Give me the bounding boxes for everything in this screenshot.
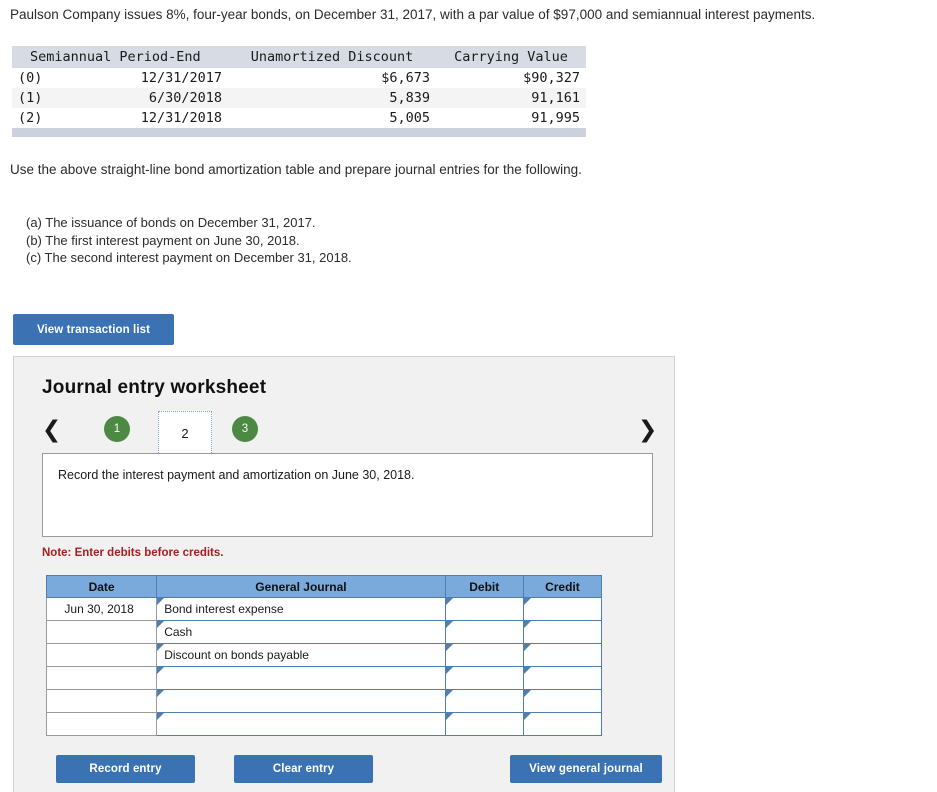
journal-account-cell[interactable] (156, 666, 446, 690)
journal-col-debit: Debit (444, 575, 524, 598)
dropdown-flag-icon (523, 644, 531, 651)
amortization-table-footer-bar (12, 128, 586, 137)
journal-entry-table: Date General Journal Debit Credit Jun 30… (45, 575, 603, 736)
dropdown-flag-icon (523, 621, 531, 628)
journal-col-general: General Journal (156, 575, 446, 598)
journal-credit-cell[interactable] (522, 666, 603, 690)
table-row (45, 666, 603, 690)
dropdown-flag-icon (523, 598, 531, 605)
dropdown-flag-icon (523, 667, 531, 674)
dropdown-flag-icon (523, 713, 531, 720)
table-row: (2) 12/31/2018 5,005 91,995 (12, 108, 586, 128)
table-row: (1) 6/30/2018 5,839 91,161 (12, 88, 586, 108)
journal-credit-cell[interactable] (522, 643, 603, 667)
journal-col-credit: Credit (522, 575, 603, 598)
worksheet-title: Journal entry worksheet (42, 377, 267, 398)
journal-date-cell[interactable] (45, 620, 158, 644)
journal-date-cell[interactable] (45, 689, 158, 713)
journal-debit-cell[interactable] (444, 712, 524, 736)
worksheet-tab-3[interactable]: 3 (232, 416, 258, 442)
amort-row-date: 12/31/2017 (140, 70, 222, 86)
journal-debit-cell[interactable] (444, 666, 524, 690)
worksheet-prompt-text: Record the interest payment and amortiza… (58, 468, 415, 482)
journal-credit-cell[interactable] (522, 712, 603, 736)
journal-credit-cell[interactable] (522, 689, 603, 713)
amort-row-date: 6/30/2018 (66, 88, 228, 108)
clear-entry-button[interactable]: Clear entry (234, 755, 373, 783)
instruction-text: Use the above straight-line bond amortiz… (10, 162, 582, 177)
amort-row-label: (2) (18, 110, 43, 126)
dropdown-flag-icon (445, 598, 453, 605)
view-transaction-list-button[interactable]: View transaction list (13, 314, 174, 345)
dropdown-flag-icon (523, 690, 531, 697)
table-row: Jun 30, 2018 Bond interest expense (45, 597, 603, 621)
dropdown-flag-icon (445, 621, 453, 628)
problem-statement: Paulson Company issues 8%, four-year bon… (10, 7, 816, 22)
dropdown-flag-icon (157, 667, 165, 674)
requirement-list: (a) The issuance of bonds on December 31… (26, 214, 352, 267)
journal-debit-cell[interactable] (444, 689, 524, 713)
journal-account-text: Bond interest expense (164, 602, 284, 616)
record-entry-button[interactable]: Record entry (56, 755, 195, 783)
dropdown-flag-icon (157, 713, 165, 720)
journal-date-cell[interactable] (45, 643, 158, 667)
dropdown-flag-icon (445, 690, 453, 697)
dropdown-flag-icon (445, 667, 453, 674)
journal-account-cell[interactable]: Cash (156, 620, 446, 644)
dropdown-flag-icon (445, 644, 453, 651)
amort-col-discount: Unamortized Discount (228, 46, 437, 68)
amort-row-carrying: 91,995 (531, 110, 580, 126)
amort-row-discount: 5,839 (228, 88, 437, 108)
amort-row-carrying: $90,327 (523, 70, 580, 86)
chevron-left-icon[interactable]: ❮ (42, 417, 61, 443)
amort-row-carrying: 91,161 (436, 88, 586, 108)
journal-account-cell[interactable]: Bond interest expense (156, 597, 446, 621)
amortization-table: Semiannual Period-End Unamortized Discou… (12, 46, 586, 128)
chevron-right-icon[interactable]: ❯ (638, 417, 657, 443)
table-row: Cash (45, 620, 603, 644)
journal-header-row: Date General Journal Debit Credit (45, 575, 603, 598)
journal-date-cell[interactable] (45, 666, 158, 690)
journal-account-text: Discount on bonds payable (164, 648, 309, 662)
journal-account-cell[interactable] (156, 712, 446, 736)
amort-col-period: Semiannual Period-End (12, 46, 228, 68)
dropdown-flag-icon (157, 690, 165, 697)
dropdown-flag-icon (157, 598, 165, 605)
journal-date-cell[interactable]: Jun 30, 2018 (45, 597, 158, 621)
amort-row-discount: 5,005 (389, 110, 431, 126)
list-item: (c) The second interest payment on Decem… (26, 250, 352, 265)
dropdown-flag-icon (157, 621, 165, 628)
journal-account-text: Cash (164, 625, 193, 639)
journal-debit-cell[interactable] (444, 620, 524, 644)
journal-col-date: Date (45, 575, 158, 598)
view-general-journal-button[interactable]: View general journal (510, 755, 662, 783)
journal-debit-cell[interactable] (444, 597, 524, 621)
debits-before-credits-note: Note: Enter debits before credits. (42, 547, 224, 559)
journal-account-cell[interactable] (156, 689, 446, 713)
table-row (45, 689, 603, 713)
list-item: (b) The first interest payment on June 3… (26, 232, 300, 248)
amort-row-discount: $6,673 (381, 70, 431, 86)
amort-row-label: (0) (18, 70, 43, 86)
amortization-header-row: Semiannual Period-End Unamortized Discou… (12, 46, 586, 68)
worksheet-tab-1[interactable]: 1 (104, 416, 130, 442)
journal-credit-cell[interactable] (522, 620, 603, 644)
amort-col-carrying: Carrying Value (436, 46, 586, 68)
worksheet-tabstrip: ❮ 1 2 3 ❯ (42, 411, 657, 461)
table-row: (0) 12/31/2017 $6,673 $90,327 (12, 68, 586, 88)
journal-entry-worksheet-panel: Journal entry worksheet ❮ 1 2 3 ❯ Record… (13, 356, 675, 792)
journal-credit-cell[interactable] (522, 597, 603, 621)
list-item: (a) The issuance of bonds on December 31… (26, 215, 316, 230)
table-row: Discount on bonds payable (45, 643, 603, 667)
table-row (45, 712, 603, 736)
journal-debit-cell[interactable] (444, 643, 524, 667)
journal-account-cell[interactable]: Discount on bonds payable (156, 643, 446, 667)
dropdown-flag-icon (445, 713, 453, 720)
amort-row-date: 12/31/2018 (140, 110, 222, 126)
worksheet-prompt-box: Record the interest payment and amortiza… (42, 453, 653, 537)
dropdown-flag-icon (157, 644, 165, 651)
amort-row-label: (1) (12, 88, 66, 108)
journal-date-cell[interactable] (45, 712, 158, 736)
